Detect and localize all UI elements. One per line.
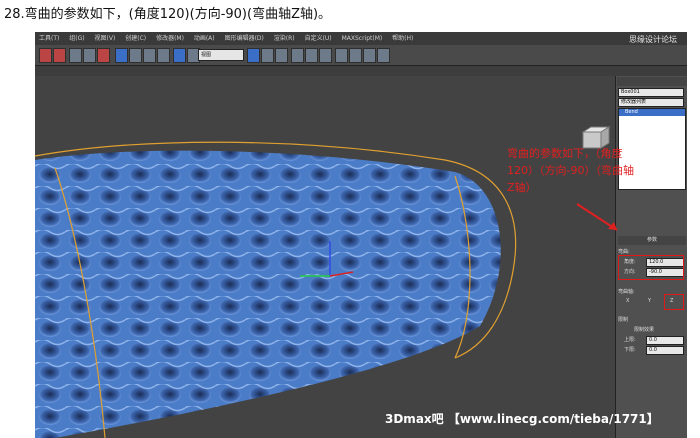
render-setup-icon[interactable] [349,48,362,63]
reference-coordinate-dropdown[interactable]: 视图 [198,49,244,61]
select-region-icon[interactable] [143,48,156,63]
command-panel-tabs[interactable] [617,77,687,86]
parameters-rollout-header[interactable]: 参数 [618,236,686,245]
modifier-list-dropdown[interactable]: 修改器列表 [618,98,684,107]
main-toolbar: 视图 [35,45,687,66]
stack-item-bend[interactable]: Bend [619,109,685,116]
limit-effect-checkbox[interactable]: 限制效果 [634,326,654,335]
link-icon[interactable] [69,48,82,63]
undo-icon[interactable] [39,48,52,63]
menu-bar: 工具(T) 组(G) 视图(V) 创建(C) 修改器(M) 动画(A) 图形编辑… [35,32,687,45]
render-icon[interactable] [377,48,390,63]
menu-customize[interactable]: 自定义(U) [301,32,336,45]
secondary-toolbar [35,66,687,76]
footer-watermark: 3Dmax吧 【www.linecg.com/tieba/1771】 [385,412,659,426]
lower-limit-label: 下限: [624,347,636,353]
upper-limit-spinner[interactable]: 0.0 [646,336,684,345]
menu-graph-editors[interactable]: 图形编辑器(D) [221,32,268,45]
bent-mesh-render [35,76,615,438]
redo-icon[interactable] [53,48,66,63]
command-panel: Box001 修改器列表 Bend 参数 弯曲: 角度: 120.0 方向: -… [615,76,687,438]
render-frame-icon[interactable] [363,48,376,63]
graphite-tools-icon[interactable] [291,48,304,63]
menu-create[interactable]: 创建(C) [121,32,150,45]
object-name-field[interactable]: Box001 [618,88,684,97]
menu-rendering[interactable]: 渲染(R) [270,32,299,45]
menu-modifiers[interactable]: 修改器(M) [152,32,188,45]
axis-y-radio[interactable]: Y [648,298,651,307]
select-object-icon[interactable] [115,48,128,63]
curve-editor-icon[interactable] [305,48,318,63]
align-icon[interactable] [261,48,274,63]
limit-label: 限制 [618,317,629,323]
perspective-viewport[interactable] [35,76,615,438]
highlight-z-axis [664,294,684,310]
unlink-icon[interactable] [83,48,96,63]
annotation-arrow [576,203,618,231]
bend-axis-label: 弯曲轴: [618,289,635,295]
menu-views[interactable]: 视图(V) [91,32,120,45]
select-move-icon[interactable] [173,48,186,63]
menu-group[interactable]: 组(G) [65,32,88,45]
max-screenshot: 工具(T) 组(G) 视图(V) 创建(C) 修改器(M) 动画(A) 图形编辑… [35,32,687,438]
layer-manager-icon[interactable] [275,48,288,63]
annotation-text: 弯曲的参数如下，（角度120）（方向-90）（弯曲轴Z轴） [507,147,634,194]
menu-maxscript[interactable]: MAXScript(M) [338,32,387,45]
upper-limit-label: 上限: [624,337,636,343]
highlight-angle-direction [618,255,684,280]
schematic-view-icon[interactable] [319,48,332,63]
window-crossing-icon[interactable] [157,48,170,63]
axis-x-radio[interactable]: X [626,298,629,307]
menu-help[interactable]: 帮助(H) [388,32,417,45]
page-caption: 28.弯曲的参数如下，(角度120)(方向-90)(弯曲轴Z轴)。 [4,7,332,22]
menu-animation[interactable]: 动画(A) [190,32,219,45]
material-editor-icon[interactable] [335,48,348,63]
lower-limit-spinner[interactable]: 0.0 [646,346,684,355]
select-by-name-icon[interactable] [129,48,142,63]
mirror-icon[interactable] [247,48,260,63]
menu-tools[interactable]: 工具(T) [35,32,63,45]
bind-space-warp-icon[interactable] [97,48,110,63]
